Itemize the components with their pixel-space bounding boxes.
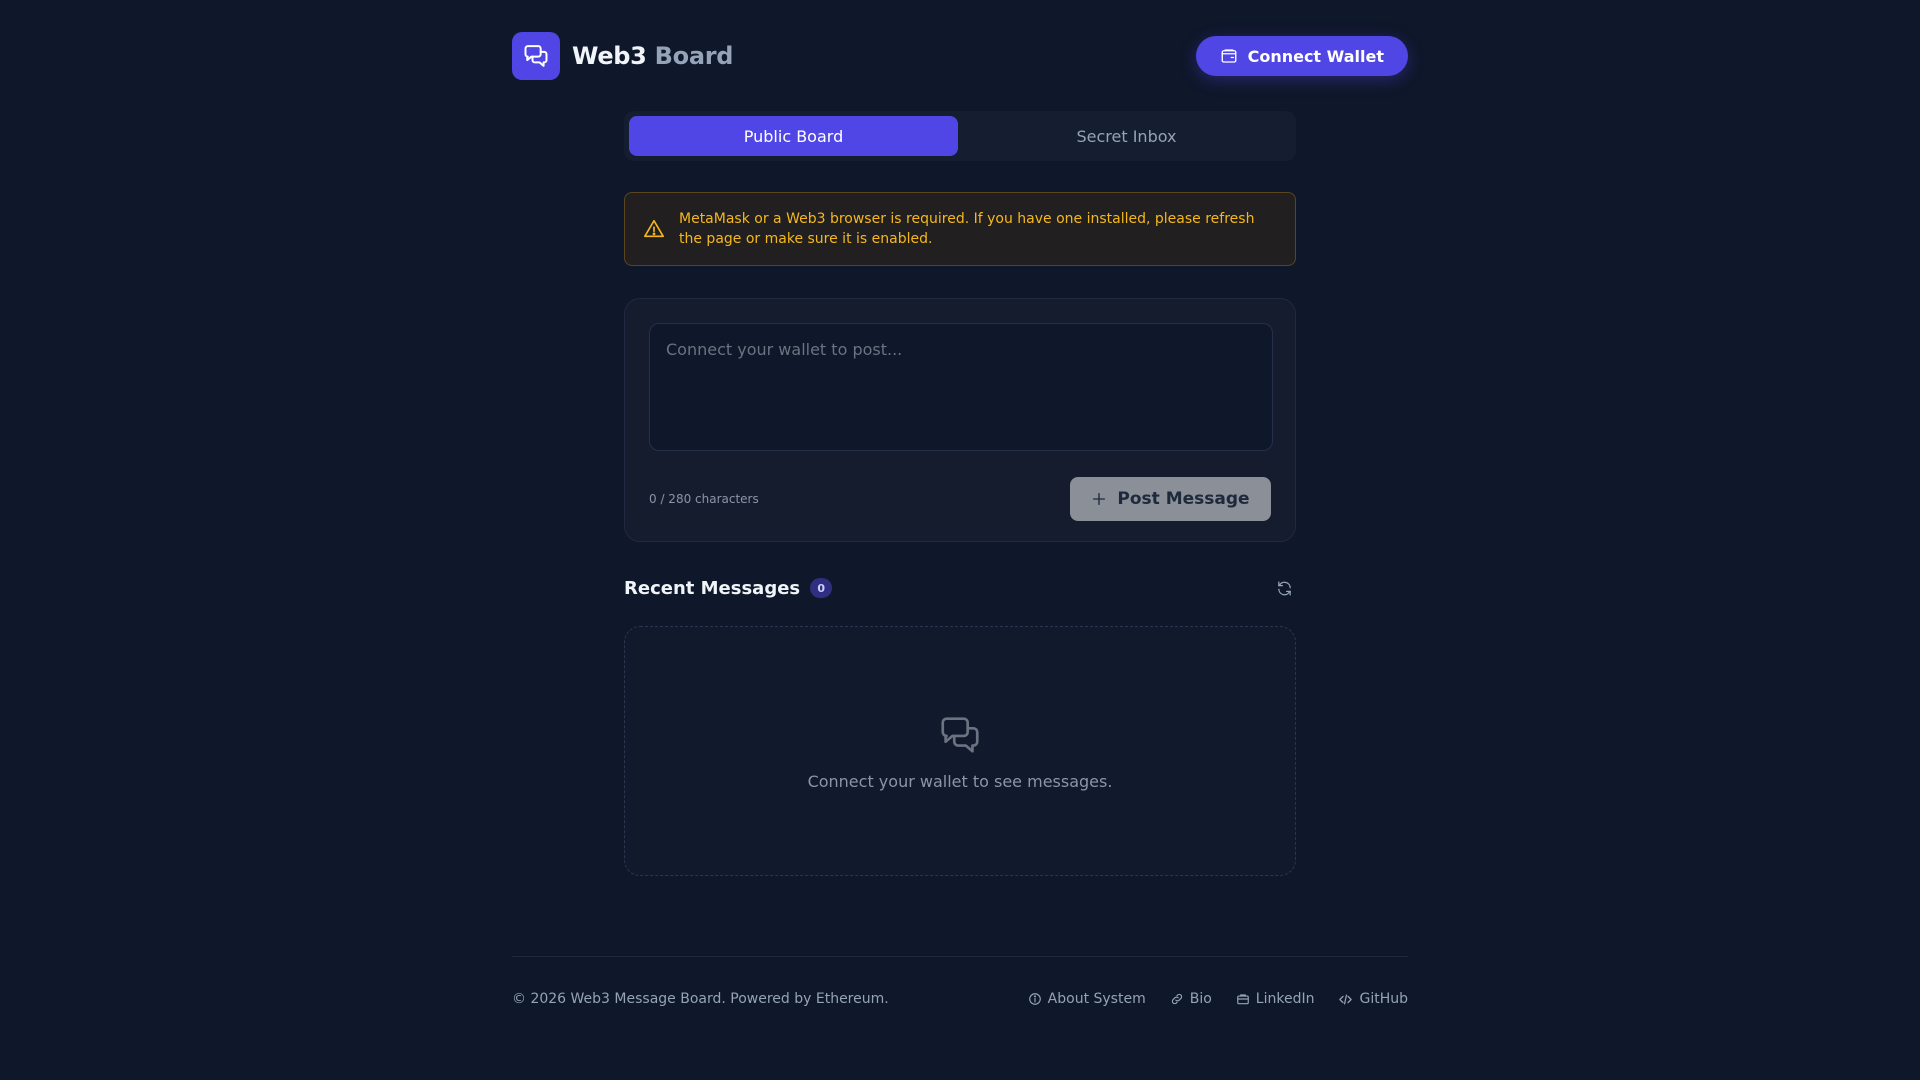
copyright-text: © 2026 Web3 Message Board. Powered by Et…	[512, 991, 889, 1007]
composer-footer: 0 / 280 characters Post Message	[649, 477, 1271, 521]
refresh-icon	[1277, 580, 1291, 596]
tab-secret-inbox[interactable]: Secret Inbox	[962, 116, 1291, 156]
post-message-button[interactable]: Post Message	[1070, 477, 1271, 521]
briefcase-icon	[1236, 994, 1249, 1005]
footer: © 2026 Web3 Message Board. Powered by Et…	[512, 988, 1408, 1010]
recent-messages-title-group: Recent Messages 0	[624, 577, 833, 599]
footer-link-linkedin[interactable]: LinkedIn	[1236, 991, 1315, 1007]
tab-bar: Public Board Secret Inbox	[624, 111, 1296, 161]
page: Web3 Board Connect Wallet Public Board S…	[0, 0, 1920, 1080]
brand[interactable]: Web3 Board	[512, 32, 733, 80]
refresh-button[interactable]	[1272, 576, 1296, 600]
logo	[512, 32, 560, 80]
code-icon	[1339, 994, 1353, 1004]
chat-bubbles-icon	[524, 45, 548, 67]
connect-wallet-button[interactable]: Connect Wallet	[1195, 36, 1408, 76]
recent-messages-title: Recent Messages	[624, 577, 801, 599]
message-count-badge: 0	[810, 578, 833, 598]
app-title-main: Web3	[572, 42, 647, 70]
footer-links: About System Bio LinkedIn GitHub	[1028, 991, 1408, 1007]
footer-link-bio[interactable]: Bio	[1170, 991, 1212, 1007]
messages-empty-state: Connect your wallet to see messages.	[624, 626, 1296, 876]
warning-text: MetaMask or a Web3 browser is required. …	[679, 211, 1255, 247]
chat-bubbles-icon	[941, 716, 979, 753]
footer-link-github[interactable]: GitHub	[1338, 991, 1408, 1007]
wallet-icon	[1221, 49, 1237, 63]
info-icon	[1028, 993, 1041, 1005]
post-message-label: Post Message	[1117, 489, 1250, 509]
warning-triangle-icon	[644, 219, 664, 238]
footer-link-label: GitHub	[1359, 991, 1408, 1007]
footer-link-about-system[interactable]: About System	[1028, 991, 1146, 1007]
app-title-accent: Board	[654, 42, 734, 70]
header: Web3 Board Connect Wallet	[512, 32, 1408, 80]
connect-wallet-label: Connect Wallet	[1247, 46, 1384, 66]
plus-icon	[1093, 493, 1106, 505]
app-title: Web3 Board	[572, 42, 733, 70]
link-icon	[1171, 993, 1182, 1005]
footer-link-label: About System	[1047, 991, 1146, 1007]
empty-state-text: Connect your wallet to see messages.	[807, 771, 1113, 791]
recent-messages-header: Recent Messages 0	[624, 576, 1296, 600]
tab-public-board[interactable]: Public Board	[629, 116, 958, 156]
footer-divider	[512, 956, 1408, 957]
footer-link-label: LinkedIn	[1255, 991, 1315, 1007]
metamask-warning: MetaMask or a Web3 browser is required. …	[624, 192, 1296, 266]
character-counter: 0 / 280 characters	[649, 492, 759, 506]
post-message-input[interactable]	[649, 323, 1273, 451]
post-composer: 0 / 280 characters Post Message	[624, 298, 1296, 542]
footer-link-label: Bio	[1189, 991, 1212, 1007]
